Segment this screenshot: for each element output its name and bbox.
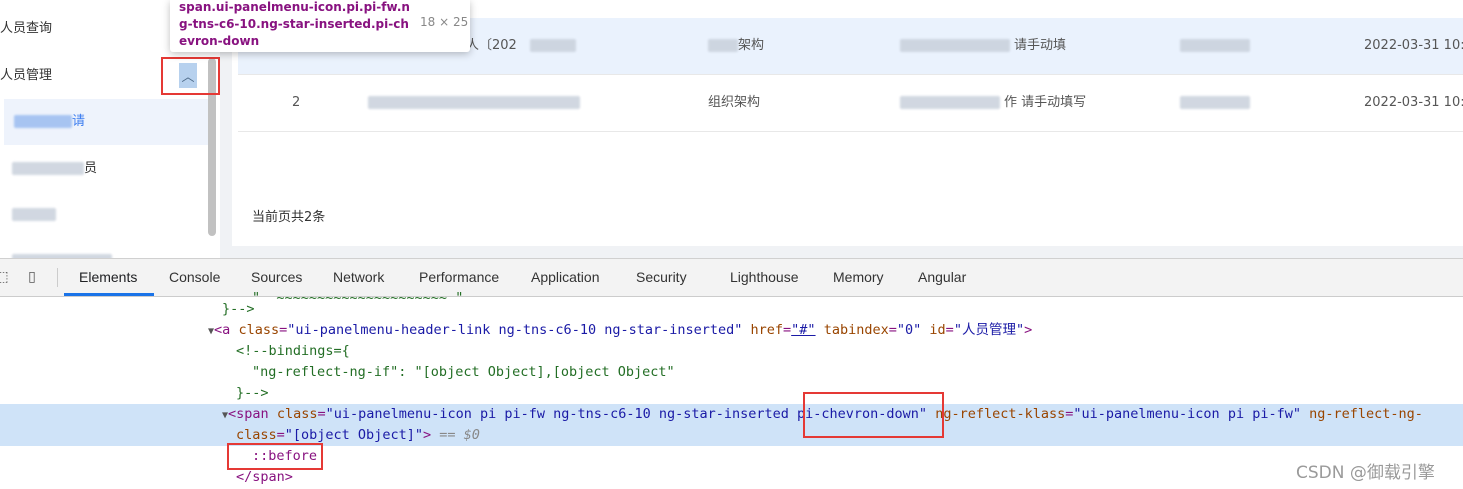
blurred-text <box>12 161 84 176</box>
sidebar-subitem[interactable]: 员 <box>0 146 208 192</box>
blurred-text <box>14 114 72 129</box>
blurred-text <box>12 207 56 222</box>
watermark: CSDN @御载引擎 <box>1296 463 1435 483</box>
tooltip-size: 18 × 25 <box>420 15 469 29</box>
sidebar-item-label: 人员管理 <box>0 68 53 83</box>
expand-triangle-icon[interactable]: ▼ <box>0 326 214 337</box>
dom-line-selected[interactable]: ▼<span class="ui-panelmenu-icon pi pi-fw… <box>0 404 1463 425</box>
dom-line[interactable]: }--> <box>0 383 1463 404</box>
device-toolbar-icon[interactable]: ▯ <box>24 269 40 285</box>
table-cell: 作 请手动填写 <box>1004 95 1087 110</box>
dom-line[interactable]: }--> <box>0 299 1463 320</box>
devtools-panel: ⬚ ▯ Elements Console Sources Network Per… <box>0 258 1463 489</box>
annotation-highlight-box <box>227 443 323 470</box>
table-cell: 人〔202 <box>466 38 517 53</box>
divider <box>57 268 58 287</box>
table-cell: 请手动填 <box>1014 38 1067 53</box>
inspect-tooltip: span.ui-panelmenu-icon.pi.pi-fw.ng-tns-c… <box>170 0 470 52</box>
blurred-text <box>900 18 1010 74</box>
dom-line[interactable]: </span> <box>0 467 1463 488</box>
tooltip-selector: span.ui-panelmenu-icon.pi.pi-fw.ng-tns-c… <box>179 0 410 48</box>
annotation-highlight-box <box>803 392 944 438</box>
table-cell: 架构 <box>738 38 765 53</box>
blurred-text <box>530 18 576 74</box>
blurred-text <box>1180 75 1250 131</box>
table-cell-index: 2 <box>292 95 301 110</box>
sidebar-item-label: 人员查询 <box>0 21 53 36</box>
sidebar-item-label: 员 <box>84 161 98 176</box>
blurred-text <box>708 18 738 74</box>
dom-line[interactable]: "ng-reflect-ng-if": "[object Object],[ob… <box>0 362 1463 383</box>
blurred-text <box>900 75 1000 131</box>
dom-line[interactable]: <!--bindings={ <box>0 341 1463 362</box>
dom-line-pseudo[interactable]: ::before <box>0 446 1463 467</box>
table-cell-date: 2022-03-31 10:3 <box>1364 95 1463 110</box>
blurred-text <box>368 75 580 131</box>
sidebar-subitem[interactable] <box>0 192 208 238</box>
inspect-element-icon[interactable]: ⬚ <box>0 269 10 285</box>
expand-triangle-icon[interactable]: ▼ <box>0 410 228 421</box>
sidebar-item-label: 请 <box>72 114 86 129</box>
table-row[interactable]: 2 组织架构 作 请手动填写 2022-03-31 10:3 <box>238 75 1463 132</box>
blurred-text <box>1180 18 1250 74</box>
page-count-text: 当前页共2条 <box>252 210 326 225</box>
sidebar-subitem-active[interactable]: 请 <box>4 99 208 145</box>
table-cell: 组织架构 <box>708 95 761 110</box>
table-cell-date: 2022-03-31 10:2 <box>1364 38 1463 53</box>
sidebar-subitem[interactable] <box>0 238 208 258</box>
elements-dom-tree: " ~~~~~~~~~~~~~~~~~~~~~ " }--> ▼<a class… <box>0 290 1463 489</box>
annotation-highlight-box <box>161 57 220 95</box>
dom-line-anchor[interactable]: ▼<a class="ui-panelmenu-header-link ng-t… <box>0 320 1463 341</box>
app-area: 人员查询 人员管理 请 员 ︿ span.ui-panelmenu-icon.p… <box>0 0 1463 258</box>
dom-line-selected-cont[interactable]: class="[object Object]"> == $0 <box>0 425 1463 446</box>
